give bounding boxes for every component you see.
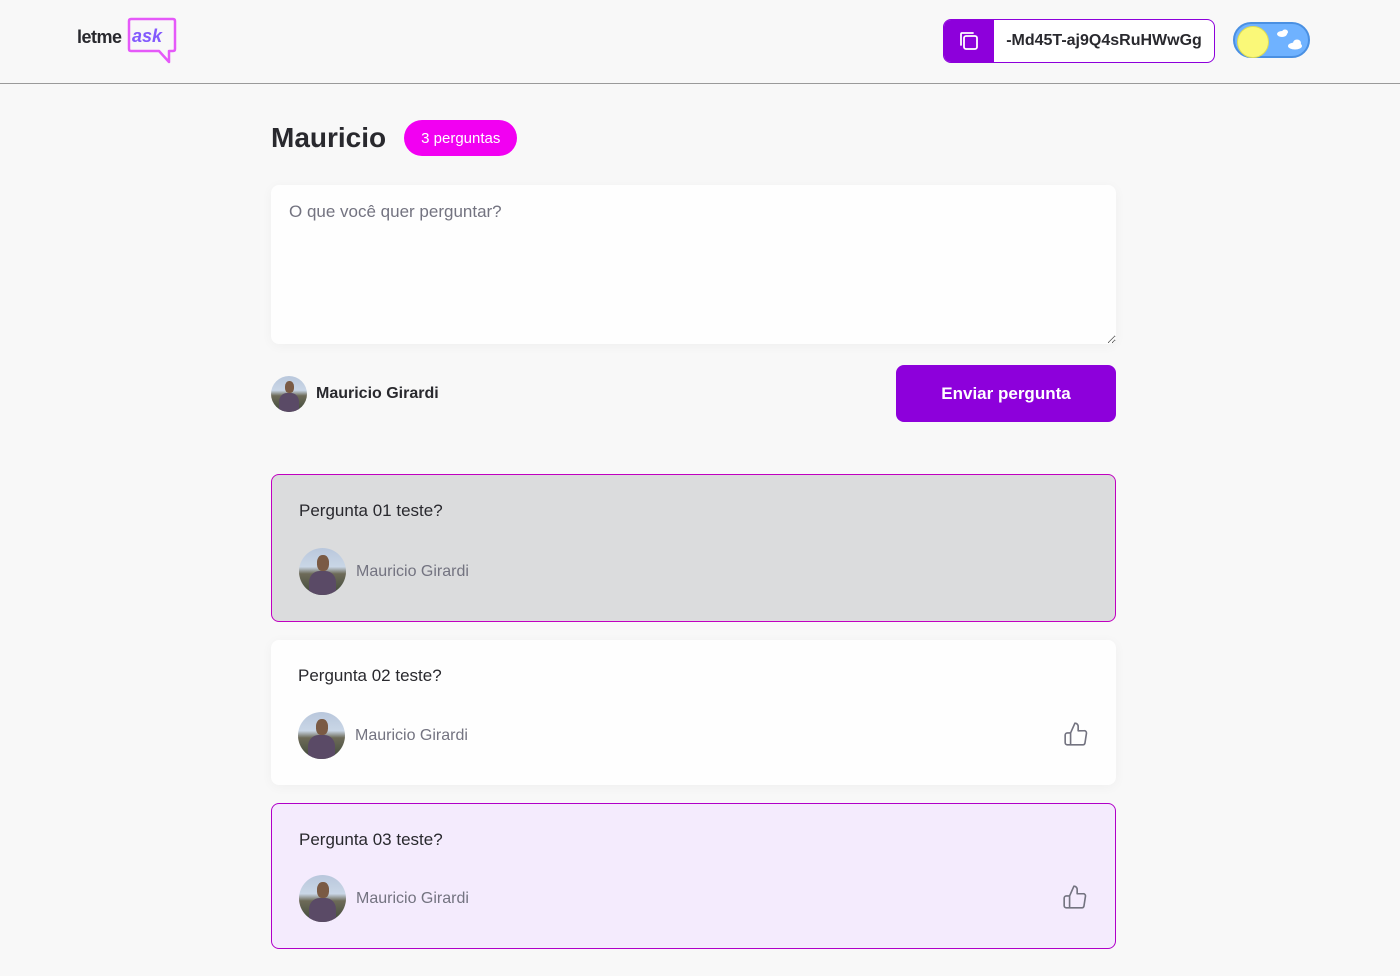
question-footer: Mauricio Girardi <box>299 875 1088 922</box>
question-content: Pergunta 03 teste? <box>299 830 443 849</box>
send-question-button[interactable]: Enviar pergunta <box>896 365 1116 422</box>
question-input[interactable] <box>271 185 1116 344</box>
copy-icon[interactable] <box>944 20 994 62</box>
question-content: Pergunta 02 teste? <box>298 666 442 685</box>
like-button[interactable] <box>1062 884 1088 913</box>
avatar <box>299 875 346 922</box>
top-header: letme ask -Md45T-aj9Q4sRuHWwGg <box>0 0 1400 84</box>
question-author: Mauricio Girardi <box>299 548 469 595</box>
logo-letme-text: letme <box>77 27 122 47</box>
author-name: Mauricio Girardi <box>356 562 469 580</box>
question-footer: Mauricio Girardi <box>299 548 1088 595</box>
question-footer: Mauricio Girardi <box>298 712 1089 759</box>
question-count-badge: 3 perguntas <box>404 120 518 156</box>
author-name: Mauricio Girardi <box>356 889 469 907</box>
thumbs-up-icon <box>1064 722 1088 746</box>
thumbs-up-icon <box>1063 885 1087 909</box>
room-code-button[interactable]: -Md45T-aj9Q4sRuHWwGg <box>943 19 1215 63</box>
current-user-info: Mauricio Girardi <box>271 376 439 412</box>
letmeask-logo[interactable]: letme ask <box>77 17 177 65</box>
like-button[interactable] <box>1063 721 1089 750</box>
room-title: Mauricio <box>271 122 387 153</box>
logo-ask-text: ask <box>132 26 163 46</box>
room-code-text: -Md45T-aj9Q4sRuHWwGg <box>1006 32 1202 49</box>
theme-toggle[interactable] <box>1233 22 1310 58</box>
question-content: Pergunta 01 teste? <box>299 501 443 520</box>
avatar <box>271 376 307 412</box>
room-title-row: Mauricio 3 perguntas <box>271 120 518 156</box>
question-card: Pergunta 01 teste? Mauricio Girardi <box>271 474 1116 622</box>
author-name: Mauricio Girardi <box>355 726 468 744</box>
cloud-icon <box>1277 29 1302 50</box>
sun-icon <box>1237 26 1269 58</box>
avatar <box>298 712 345 759</box>
current-user-name: Mauricio Girardi <box>316 385 439 402</box>
avatar <box>299 548 346 595</box>
question-card: Pergunta 03 teste? Mauricio Girardi <box>271 803 1116 949</box>
question-author: Mauricio Girardi <box>298 712 468 759</box>
question-author: Mauricio Girardi <box>299 875 469 922</box>
question-card: Pergunta 02 teste? Mauricio Girardi <box>271 640 1116 785</box>
